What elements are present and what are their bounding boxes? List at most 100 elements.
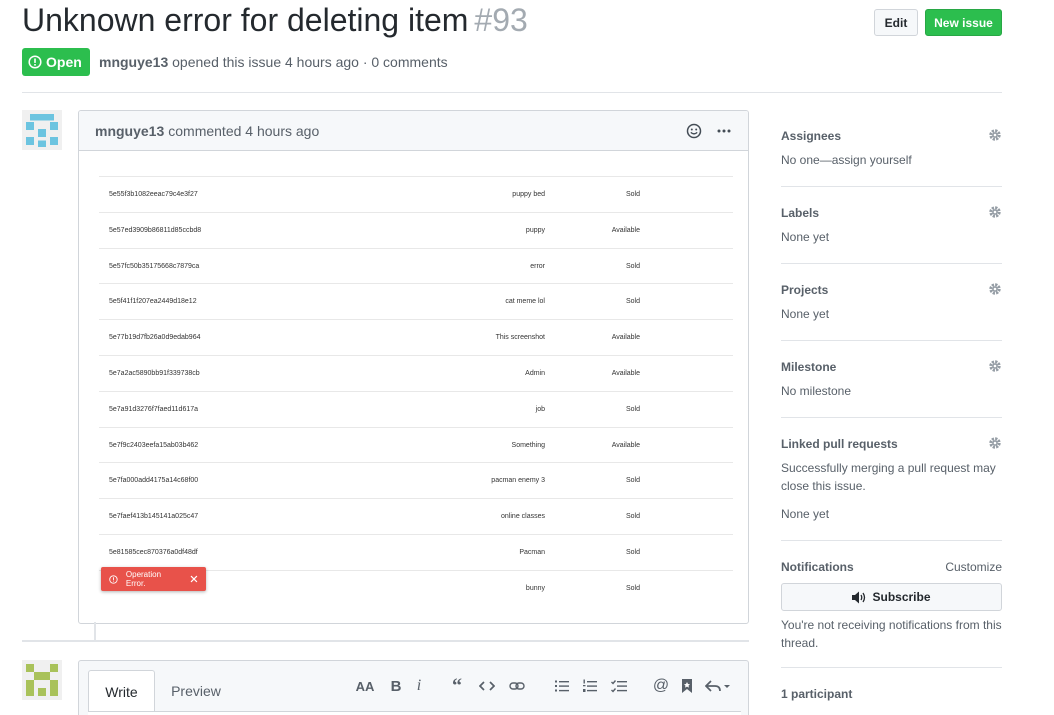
row-id: 5e5f41f1f207ea2449d18e12 — [109, 298, 197, 306]
issue-state-label: Open — [46, 54, 82, 70]
sidebar-assignees[interactable]: Assignees No one—assign yourself — [781, 110, 1002, 187]
sidebar-labels[interactable]: Labels None yet — [781, 187, 1002, 264]
gear-icon[interactable] — [988, 359, 1002, 373]
markdown-toolbar: AA B i “ @ — [355, 675, 731, 697]
gear-icon[interactable] — [988, 436, 1002, 450]
row-id: 5e57fc50b35175668c7879ca — [109, 262, 200, 270]
sidebar-value: No milestone — [781, 384, 852, 398]
sidebar-milestone[interactable]: Milestone No milestone — [781, 341, 1002, 418]
sidebar-projects[interactable]: Projects None yet — [781, 264, 1002, 341]
row-name: error — [530, 262, 545, 270]
error-toast: Operation Error. — [101, 567, 206, 591]
issue-title-text: Unknown error for deleting item — [22, 2, 469, 38]
subscribe-button[interactable]: Subscribe — [781, 583, 1002, 611]
new-issue-button[interactable]: New issue — [925, 9, 1002, 36]
row-name: cat meme lol — [505, 298, 545, 306]
sidebar-title: 1 participant — [781, 687, 853, 701]
issue-comment: mnguye13 commented 4 hours ago 5e55f3b10… — [78, 110, 749, 624]
toast-message: Operation Error. — [125, 570, 162, 588]
sidebar-value: None yet — [781, 307, 830, 321]
row-status: Available — [611, 441, 640, 449]
identicon-icon — [22, 660, 62, 700]
row-status: Available — [611, 334, 640, 342]
row-id: 5e7fa000add4175a14c68f00 — [109, 477, 199, 485]
table-row: 5e57fc50b35175668c7879ca error Sold — [99, 249, 733, 285]
row-name: job — [535, 405, 545, 413]
ordered-list-icon[interactable] — [583, 677, 597, 695]
row-name: online classes — [501, 513, 545, 521]
edit-button[interactable]: Edit — [874, 9, 918, 36]
comment-textarea[interactable] — [88, 711, 741, 715]
sidebar-value: None yet — [781, 507, 830, 521]
issue-author-link[interactable]: mnguye13 — [99, 54, 168, 70]
reply-icon[interactable] — [705, 677, 731, 695]
avatar[interactable] — [22, 110, 62, 150]
timeline-divider — [22, 640, 749, 642]
gear-icon[interactable] — [988, 282, 1002, 296]
row-status: Sold — [625, 513, 640, 521]
table-row: 5e81585cec870376a0df48df Pacman Sold — [99, 535, 733, 571]
italic-icon[interactable]: i — [415, 677, 423, 695]
gear-icon[interactable] — [988, 128, 1002, 142]
comment-time[interactable]: commented 4 hours ago — [168, 123, 319, 139]
link-icon[interactable] — [509, 677, 525, 695]
row-status: Sold — [625, 548, 640, 556]
tab-write[interactable]: Write — [88, 670, 155, 712]
bookmark-icon[interactable] — [681, 677, 693, 695]
row-name: This screenshot — [495, 334, 545, 342]
notifications-description: You're not receiving notifications from … — [781, 618, 1002, 650]
subscribe-label: Subscribe — [872, 590, 931, 604]
row-id: 5e7faef413b145141a025c47 — [109, 513, 199, 521]
table-row: 5e7faef413b145141a025c47 online classes So… — [99, 499, 733, 535]
row-id: 5e55f3b1082eeac79c4e3f27 — [109, 191, 198, 198]
issue-meta-text: opened this issue 4 hours ago · 0 commen… — [172, 54, 448, 70]
error-circle-icon — [109, 574, 118, 584]
table-row: 5e55f3b1082eeac79c4e3f27 puppy bed Sold — [99, 177, 733, 213]
row-name: pacman enemy 3 — [491, 477, 545, 485]
header-divider — [22, 92, 1002, 93]
tab-preview[interactable]: Preview — [161, 670, 231, 711]
row-id: 5e81585cec870376a0df48df — [109, 548, 198, 556]
sidebar-linked-pull-requests[interactable]: Linked pull requests Successfully mergin… — [781, 418, 1002, 541]
quote-icon[interactable]: “ — [449, 675, 465, 697]
sidebar-description: Successfully merging a pull request may … — [781, 461, 996, 493]
row-status: Sold — [625, 262, 640, 270]
sidebar-title: Linked pull requests — [781, 437, 898, 451]
sidebar-value: None yet — [781, 230, 830, 244]
issue-state-badge: Open — [22, 48, 90, 76]
table-row: 5e57ed3909b86811d85ccbd8 puppy Available — [99, 213, 733, 249]
sidebar-value[interactable]: No one—assign yourself — [781, 151, 1002, 169]
row-name: Pacman — [519, 548, 545, 556]
timeline-line — [94, 622, 96, 640]
identicon-icon — [22, 110, 62, 150]
task-list-icon[interactable] — [611, 677, 627, 695]
bold-icon[interactable]: B — [389, 677, 403, 695]
issue-number: #93 — [474, 2, 528, 38]
comment-author-link[interactable]: mnguye13 — [95, 123, 164, 139]
issue-sidebar: Assignees No one—assign yourself Labels … — [781, 110, 1002, 701]
sidebar-title: Labels — [781, 206, 820, 220]
row-name: Something — [511, 441, 545, 449]
table-row: 5e7a91d3276f7faed11d617a job Sold — [99, 392, 733, 428]
text-size-icon[interactable]: AA — [355, 677, 375, 695]
row-id: 5e7f9c2403eefa15ab03b462 — [109, 441, 199, 449]
table-row: 5e77b19d7fb26a0d9edab964 This screenshot A… — [99, 320, 733, 356]
sidebar-notifications: Notifications Customize Subscribe You're… — [781, 541, 1002, 668]
avatar[interactable] — [22, 660, 62, 700]
row-id: 5e7a2ac5890bb91f339738cb — [109, 369, 200, 377]
row-status: Available — [611, 226, 640, 234]
row-id: 5e77b19d7fb26a0d9edab964 — [109, 334, 201, 342]
table-row: 5e7fa000add4175a14c68f00 pacman enemy 3 So… — [99, 463, 733, 500]
unordered-list-icon[interactable] — [555, 677, 569, 695]
row-id: 5e57ed3909b86811d85ccbd8 — [109, 226, 202, 234]
table-row: 5e7f9c2403eefa15ab03b462 Something Availab… — [99, 428, 733, 464]
embedded-screenshot-table: 5e55f3b1082eeac79c4e3f27 puppy bed Sold 5e… — [99, 177, 733, 607]
close-icon — [190, 575, 198, 583]
customize-link[interactable]: Customize — [945, 560, 1002, 574]
code-icon[interactable] — [479, 677, 495, 695]
row-name: puppy — [525, 226, 545, 234]
smiley-icon[interactable] — [686, 123, 702, 139]
gear-icon[interactable] — [988, 205, 1002, 219]
mention-icon[interactable]: @ — [653, 677, 669, 695]
kebab-horizontal-icon[interactable] — [716, 123, 732, 139]
